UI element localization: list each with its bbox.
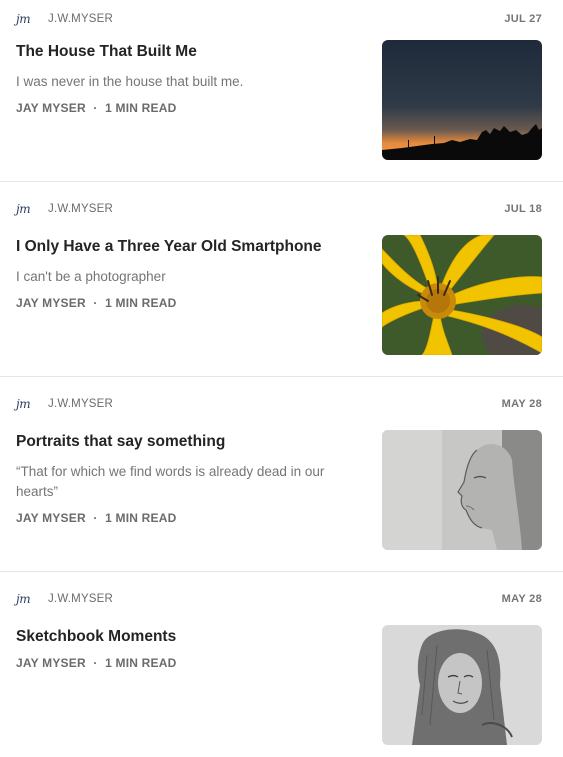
post-feed: jm J.W.MYSER JUL 27 The House That Built…: [0, 0, 563, 757]
flower-image: [382, 235, 542, 355]
meta-separator: ·: [93, 511, 98, 525]
post-header: jm J.W.MYSER JUL 18: [16, 200, 542, 218]
post-header: jm J.W.MYSER JUL 27: [16, 10, 542, 28]
post-card[interactable]: jm J.W.MYSER JUL 27 The House That Built…: [0, 0, 563, 182]
post-card[interactable]: jm J.W.MYSER MAY 28 Portraits that say s…: [0, 377, 563, 572]
post-title[interactable]: Sketchbook Moments: [16, 627, 356, 647]
post-card[interactable]: jm J.W.MYSER MAY 28 Sketchbook Moments J…: [0, 572, 563, 757]
meta-separator: ·: [93, 101, 98, 115]
publication-logo[interactable]: jm: [16, 12, 38, 26]
post-date: JUL 18: [504, 203, 542, 215]
publication-name[interactable]: J.W.MYSER: [48, 398, 113, 410]
post-meta: JAY MYSER · 1 MIN READ: [16, 296, 176, 310]
portrait-sketch-image: [382, 430, 542, 550]
publication-logo[interactable]: jm: [16, 397, 38, 411]
publication-name[interactable]: J.W.MYSER: [48, 13, 113, 25]
meta-separator: ·: [93, 656, 98, 670]
author-name[interactable]: JAY MYSER: [16, 656, 86, 670]
author-name[interactable]: JAY MYSER: [16, 296, 86, 310]
sunset-image: [382, 40, 542, 160]
post-thumbnail-portrait[interactable]: [382, 430, 542, 550]
post-meta: JAY MYSER · 1 MIN READ: [16, 511, 176, 525]
post-title[interactable]: The House That Built Me: [16, 42, 356, 62]
post-subtitle: “That for which we find words is already…: [16, 464, 325, 499]
read-time: 1 MIN READ: [105, 511, 177, 525]
post-title[interactable]: Portraits that say something: [16, 432, 356, 452]
post-date: MAY 28: [501, 593, 542, 605]
publication-name[interactable]: J.W.MYSER: [48, 203, 113, 215]
post-title[interactable]: I Only Have a Three Year Old Smartphone: [16, 237, 356, 257]
publication-logo[interactable]: jm: [16, 202, 38, 216]
meta-separator: ·: [93, 296, 98, 310]
read-time: 1 MIN READ: [105, 296, 177, 310]
post-date: JUL 27: [504, 13, 542, 25]
post-meta: JAY MYSER · 1 MIN READ: [16, 101, 176, 115]
post-subtitle: I was never in the house that built me.: [16, 74, 244, 89]
post-header: jm J.W.MYSER MAY 28: [16, 590, 542, 608]
publication-logo[interactable]: jm: [16, 592, 38, 606]
post-thumbnail-sketch[interactable]: [382, 625, 542, 745]
post-date: MAY 28: [501, 398, 542, 410]
post-thumbnail-flower[interactable]: [382, 235, 542, 355]
author-name[interactable]: JAY MYSER: [16, 101, 86, 115]
post-subtitle: I can't be a photographer: [16, 269, 166, 284]
post-thumbnail-sunset[interactable]: [382, 40, 542, 160]
post-header: jm J.W.MYSER MAY 28: [16, 395, 542, 413]
author-name[interactable]: JAY MYSER: [16, 511, 86, 525]
sketch-woman-image: [382, 625, 542, 745]
read-time: 1 MIN READ: [105, 101, 177, 115]
publication-name[interactable]: J.W.MYSER: [48, 593, 113, 605]
post-meta: JAY MYSER · 1 MIN READ: [16, 656, 176, 670]
post-card[interactable]: jm J.W.MYSER JUL 18 I Only Have a Three …: [0, 182, 563, 377]
read-time: 1 MIN READ: [105, 656, 177, 670]
